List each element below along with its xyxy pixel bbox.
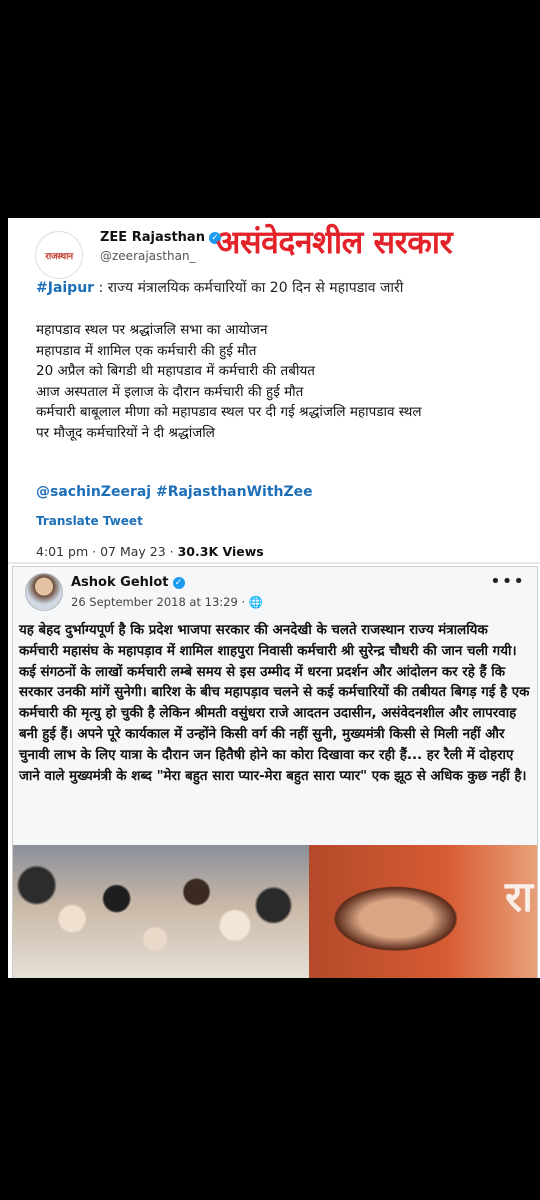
fb-post-date[interactable]: 26 September 2018 at 13:29 · 🌐 [71, 595, 263, 609]
fb-date-text: 26 September 2018 at 13:29 · [71, 595, 249, 609]
translate-tweet-link[interactable]: Translate Tweet [36, 514, 143, 528]
tweet-line: 20 अप्रैल को बिगडी थी महापडाव में कर्मचा… [36, 363, 315, 379]
globe-icon: 🌐 [248, 595, 264, 609]
tweet-line: महापडाव स्थल पर श्रद्धांजलि सभा का आयोजन [36, 322, 268, 338]
tweet-line: महापडाव में शामिल एक कर्मचारी की हुई मौत [36, 342, 257, 359]
tweet-body: महापडाव स्थल पर श्रद्धांजलि सभा का आयोजन… [36, 320, 516, 443]
author-handle[interactable]: @zeerajasthan_ [100, 249, 196, 263]
fb-post-text: यह बेहद दुर्भाग्यपूर्ण है कि प्रदेश भाजप… [19, 623, 530, 784]
tweet-line: आज अस्पताल में इलाज के दौरान कर्मचारी की… [36, 383, 304, 400]
hashtag-jaipur[interactable]: #Jaipur [36, 280, 94, 296]
screenshot-card: राजस्थान ZEE Rajasthan ✓ @zeerajasthan_ … [8, 218, 540, 978]
tweet-line: कर्मचारी बाबूलाल मीणा को महापडाव स्थल पर… [36, 404, 422, 420]
tweet-hashtags[interactable]: @sachinZeeraj #RajasthanWithZee [36, 484, 313, 500]
author-name: ZEE Rajasthan [100, 230, 205, 245]
tweet-views[interactable]: 30.3K Views [178, 544, 264, 559]
tweet-line: पर मौजूद कर्मचारियों ने दी श्रद्धांजलि [36, 424, 215, 441]
overlay-title: असंवेदनशील सरकार [216, 223, 453, 261]
zee-rajasthan-logo[interactable]: राजस्थान [36, 232, 82, 278]
tweet-meta: 4:01 pm · 07 May 23 · 30.3K Views [36, 544, 264, 559]
logo-text: राजस्थान [45, 251, 73, 262]
tweet-author[interactable]: ZEE Rajasthan ✓ [100, 230, 221, 245]
tweet-time-date: 4:01 pm · 07 May 23 · [36, 544, 178, 559]
headline-text: : राज्य मंत्रालयिक कर्मचारियों का 20 दिन… [94, 280, 404, 296]
fb-author[interactable]: Ashok Gehlot ✓ [71, 575, 185, 590]
leader-photo[interactable]: रा [309, 845, 537, 978]
tweet-headline: #Jaipur : राज्य मंत्रालयिक कर्मचारियों क… [36, 278, 403, 297]
avatar[interactable] [25, 573, 63, 611]
verified-icon: ✓ [172, 576, 185, 589]
photo-backdrop-text: रा [504, 872, 533, 921]
divider [8, 562, 540, 564]
protest-crowd-photo[interactable] [13, 845, 309, 978]
fb-author-name: Ashok Gehlot [71, 575, 169, 590]
facebook-post: Ashok Gehlot ✓ 26 September 2018 at 13:2… [12, 566, 538, 978]
more-options-icon[interactable]: ••• [490, 571, 525, 592]
